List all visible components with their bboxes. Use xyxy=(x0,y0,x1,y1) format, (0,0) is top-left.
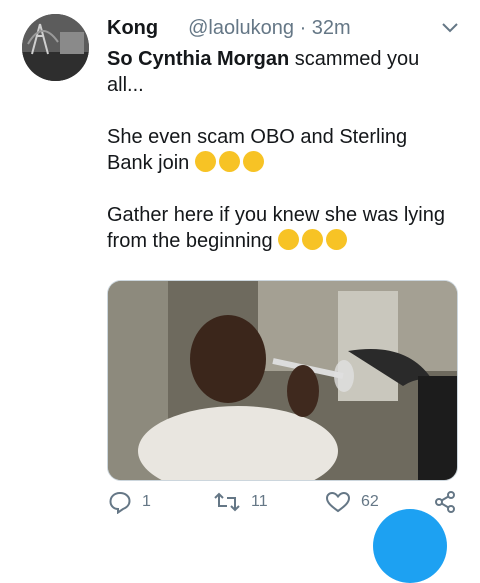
tweet-header: Kong @laolukong · 32m xyxy=(107,12,460,44)
like-count: 62 xyxy=(361,493,379,510)
retweet-count: 11 xyxy=(251,493,268,510)
share-icon xyxy=(435,491,455,513)
rofl-emoji-icon xyxy=(194,151,216,172)
rofl-emoji-icon xyxy=(242,151,264,172)
joy-emoji-icon xyxy=(302,229,324,250)
author-name[interactable]: Kong xyxy=(107,17,158,40)
tweet-media-image[interactable] xyxy=(107,280,458,481)
tweet-paragraph-3: Gather here if you knew she was lying fr… xyxy=(107,204,445,252)
compose-fab-button[interactable] xyxy=(373,509,447,583)
rofl-emoji-icon xyxy=(218,151,240,172)
reply-button[interactable]: 1 xyxy=(108,490,151,514)
chevron-down-icon[interactable] xyxy=(442,20,458,38)
tweet-text: So Cynthia Morgan scammed you all... She… xyxy=(107,46,457,254)
author-handle-time[interactable]: @laolukong · 32m xyxy=(188,17,351,40)
joy-emoji-icon xyxy=(326,229,348,250)
tweet-line-3: Gather here if you knew she was lying fr… xyxy=(107,202,457,254)
joy-emoji-icon xyxy=(278,229,300,250)
tweet-line-1: So Cynthia Morgan scammed you all... xyxy=(107,46,457,98)
tweet-line-2: She even scam OBO and Sterling Bank join xyxy=(107,124,457,176)
tweet-mention-text: So Cynthia Morgan xyxy=(107,48,290,70)
retweet-button[interactable]: 11 xyxy=(213,490,268,514)
share-button[interactable] xyxy=(433,490,467,514)
author-avatar[interactable] xyxy=(22,14,89,81)
like-button[interactable]: 62 xyxy=(325,490,379,514)
reply-icon xyxy=(109,491,131,514)
heart-icon xyxy=(325,491,351,513)
retweet-icon xyxy=(214,492,240,512)
reply-count: 1 xyxy=(142,493,151,510)
